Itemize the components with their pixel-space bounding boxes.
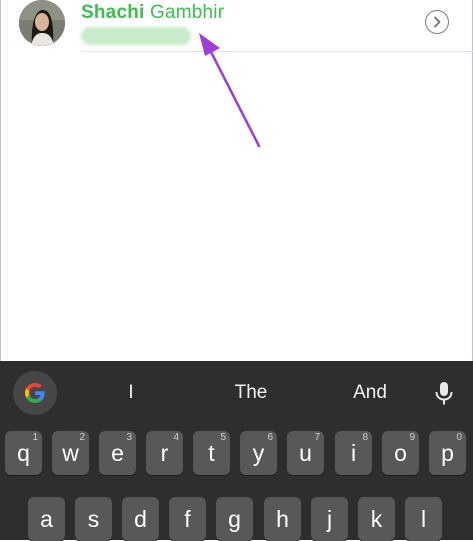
key-hint: 3: [126, 432, 132, 443]
google-button[interactable]: [13, 371, 57, 415]
key-p[interactable]: p0: [429, 431, 466, 475]
key-label: h: [276, 506, 289, 532]
contact-first-name: Shachi: [81, 2, 145, 23]
key-label: f: [184, 506, 191, 532]
key-label: p: [441, 440, 454, 466]
key-f[interactable]: f: [169, 497, 206, 541]
key-label: t: [208, 440, 215, 466]
key-label: k: [370, 506, 383, 532]
key-label: i: [350, 440, 357, 466]
suggestion-2[interactable]: The: [211, 382, 291, 404]
key-h[interactable]: h: [264, 497, 301, 541]
key-i[interactable]: i8: [335, 431, 372, 475]
key-label: a: [40, 506, 53, 532]
key-w[interactable]: w2: [52, 431, 89, 475]
contact-row[interactable]: Shachi Gambhir: [0, 0, 473, 54]
key-o[interactable]: o9: [382, 431, 419, 475]
key-label: y: [252, 440, 265, 466]
key-k[interactable]: k: [358, 497, 395, 541]
divider: [81, 51, 473, 52]
key-l[interactable]: l: [405, 497, 442, 541]
key-s[interactable]: s: [75, 497, 112, 541]
key-label: s: [87, 506, 100, 532]
key-r[interactable]: r4: [146, 431, 183, 475]
key-label: r: [160, 440, 169, 466]
key-label: l: [420, 506, 427, 532]
key-label: d: [134, 506, 147, 532]
contact-last-name: Gambhir: [149, 2, 225, 23]
keyboard: I The And q1 w2 e3 r4 t5 y6 u7 i8 o9 p0 …: [0, 361, 473, 541]
key-label: e: [111, 440, 124, 466]
chevron-right-circle-icon[interactable]: [425, 10, 449, 34]
key-hint: 2: [79, 432, 85, 443]
key-label: g: [228, 506, 241, 532]
redacted-phone-number: [81, 27, 191, 45]
key-label: j: [326, 506, 333, 532]
contact-name[interactable]: Shachi Gambhir: [81, 2, 224, 24]
key-e[interactable]: e3: [99, 431, 136, 475]
contact-photo-icon: [19, 0, 65, 46]
key-y[interactable]: y6: [240, 431, 277, 475]
key-a[interactable]: a: [28, 497, 65, 541]
microphone-icon[interactable]: [434, 381, 454, 407]
suggestion-1[interactable]: I: [91, 382, 171, 404]
key-t[interactable]: t5: [193, 431, 230, 475]
avatar[interactable]: [19, 0, 65, 46]
key-hint: 5: [220, 432, 226, 443]
key-u[interactable]: u7: [287, 431, 324, 475]
suggestion-3[interactable]: And: [330, 382, 410, 404]
key-hint: 9: [409, 432, 415, 443]
key-hint: 4: [173, 432, 179, 443]
google-g-icon: [25, 383, 45, 403]
key-hint: 0: [456, 432, 462, 443]
key-hint: 8: [362, 432, 368, 443]
key-j[interactable]: j: [311, 497, 348, 541]
key-hint: 7: [314, 432, 320, 443]
key-label: q: [17, 440, 30, 466]
key-d[interactable]: d: [122, 497, 159, 541]
key-q[interactable]: q1: [5, 431, 42, 475]
key-hint: 6: [267, 432, 273, 443]
key-g[interactable]: g: [216, 497, 253, 541]
key-label: u: [299, 440, 312, 466]
key-label: o: [394, 440, 407, 466]
key-hint: 1: [32, 432, 38, 443]
key-label: w: [62, 440, 79, 466]
